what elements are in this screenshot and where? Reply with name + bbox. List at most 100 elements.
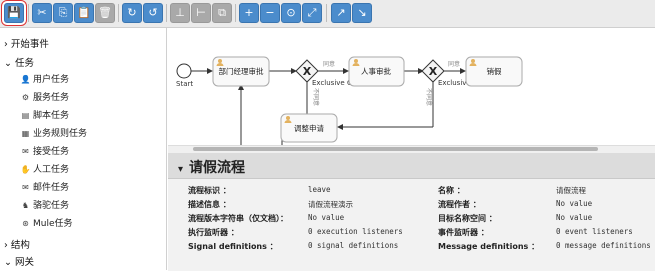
start-label: Start: [176, 80, 193, 88]
property-label: 流程版本字符串（仅文档）：: [188, 214, 288, 223]
properties-body: 流程标识 ： leave 名称 ： 请假流程 描述信息 ： 请假流程演示 流程作…: [168, 178, 655, 271]
gear-icon: ⚙: [21, 93, 30, 102]
group-label: 开始事件: [10, 39, 49, 50]
undo-button[interactable]: ↺: [143, 3, 163, 23]
zoom-actual-button[interactable]: ⊙: [281, 3, 301, 23]
task-label: 人事审批: [361, 66, 391, 76]
delete-button[interactable]: 🗑: [95, 3, 115, 23]
property-value[interactable]: No value: [556, 213, 592, 222]
mail-icon: ✉: [22, 183, 29, 192]
task-label: 部门经理审批: [219, 66, 264, 76]
process-diagram: Start 同意 同意 不同意 不同意 部门经理审批 X Exclusive G…: [176, 56, 523, 152]
toolbar-divider: [118, 4, 119, 22]
zoom-in-icon: +: [244, 6, 254, 19]
group-tasks[interactable]: ⌄ 任务: [4, 55, 34, 69]
process-title: 请假流程: [189, 160, 246, 176]
property-label: 目标名称空间 ：: [438, 214, 497, 223]
x-icon: X: [429, 65, 438, 78]
group-label: 结构: [10, 240, 30, 251]
property-label: Signal definitions ：: [188, 242, 278, 251]
property-label: 流程标识 ：: [188, 186, 231, 195]
toolbar-divider: [28, 4, 29, 22]
zoom-out-icon: −: [265, 6, 275, 19]
palette-item-label: 用户任务: [33, 75, 70, 85]
palette-item-label: 人工任务: [33, 165, 70, 175]
palette-mule-task[interactable]: ⊛ Mule任务: [20, 216, 72, 229]
group-gateways[interactable]: ⌄ 网关: [4, 254, 34, 268]
task-label: 销假: [487, 66, 502, 76]
property-value[interactable]: 0 signal definitions: [308, 241, 398, 250]
user-icon: [286, 116, 290, 120]
toolbar-divider: [166, 4, 167, 22]
zoom-fit-button[interactable]: ⤢: [302, 3, 322, 23]
property-value[interactable]: No value: [308, 213, 344, 222]
palette-receive-task[interactable]: ✉ 接受任务: [20, 144, 69, 157]
palette-user-task[interactable]: 👤 用户任务: [20, 72, 70, 85]
property-label: 名称 ：: [438, 186, 465, 195]
group-label: 任务: [15, 58, 35, 69]
palette-business-rule-task[interactable]: ▦ 业务规则任务: [20, 126, 87, 139]
cut-button[interactable]: ✂: [32, 3, 52, 23]
palette-camel-task[interactable]: ♞ 骆驼任务: [20, 198, 69, 211]
palette-item-label: 骆驼任务: [33, 201, 70, 211]
envelope-icon: ✉: [22, 147, 29, 156]
cut-icon: ✂: [37, 6, 47, 19]
task-leave-cancel[interactable]: 销假: [465, 56, 523, 87]
palette-manual-task[interactable]: ✋ 人工任务: [20, 162, 70, 175]
task-adjust-request[interactable]: 调整申请: [280, 113, 338, 143]
align-vertical-button[interactable]: ⊢: [191, 3, 211, 23]
property-value[interactable]: 0 message definitions: [556, 241, 651, 250]
horizontal-scrollbar[interactable]: [168, 145, 655, 153]
add-bendpoint-icon: ↗: [336, 6, 346, 19]
palette-item-label: 邮件任务: [33, 183, 70, 193]
properties-header[interactable]: ▾ 请假流程: [178, 157, 245, 177]
shape-palette: › 开始事件 ⌄ 任务 👤 用户任务 ⚙ 服务任务 ▤ 脚本任务 ▦ 业务规则任务 ✉ 接…: [0, 28, 167, 270]
property-value[interactable]: 请假流程: [556, 185, 586, 196]
toolbar-divider: [326, 4, 327, 22]
add-bendpoint-button[interactable]: ↗: [331, 3, 351, 23]
redo-icon: ↻: [127, 6, 137, 19]
zoom-out-button[interactable]: −: [260, 3, 280, 23]
zoom-in-button[interactable]: +: [239, 3, 259, 23]
copy-button[interactable]: ⎘: [53, 3, 73, 23]
task-dept-manager-approval[interactable]: 部门经理审批: [212, 56, 270, 87]
user-icon: [471, 59, 475, 63]
hand-icon: ✋: [20, 165, 31, 174]
palette-service-task[interactable]: ⚙ 服务任务: [20, 90, 69, 103]
chevron-right-icon: ›: [4, 240, 8, 251]
property-value[interactable]: No value: [556, 199, 592, 208]
save-button[interactable]: 💾: [4, 3, 24, 23]
diagram-canvas[interactable]: Start 同意 同意 不同意 不同意 部门经理审批 X Exclusive G…: [168, 28, 655, 152]
property-value[interactable]: 请假流程演示: [308, 199, 353, 210]
property-value[interactable]: leave: [308, 185, 331, 194]
user-icon: 👤: [20, 75, 31, 84]
zoom-actual-icon: ⊙: [286, 6, 296, 19]
palette-item-label: 脚本任务: [33, 111, 70, 121]
align-horizontal-button[interactable]: ⊥: [170, 3, 190, 23]
property-label: Message definitions ：: [438, 242, 540, 251]
same-size-button[interactable]: ⧉: [212, 3, 232, 23]
align-horizontal-icon: ⊥: [175, 6, 185, 19]
palette-item-label: 服务任务: [33, 93, 70, 103]
remove-bendpoint-button[interactable]: ↘: [352, 3, 372, 23]
redo-button[interactable]: ↻: [122, 3, 142, 23]
palette-script-task[interactable]: ▤ 脚本任务: [20, 108, 69, 121]
properties-panel: ▾ 请假流程 流程标识 ： leave 名称 ： 请假流程 描述信息 ： 请假流程…: [168, 153, 655, 271]
property-value[interactable]: 0 execution listeners: [308, 227, 403, 236]
x-icon: X: [303, 65, 312, 78]
group-structure[interactable]: › 结构: [4, 237, 30, 251]
paste-button[interactable]: 📋: [74, 3, 94, 23]
flow-label: 不同意: [425, 88, 433, 106]
user-icon: [354, 59, 358, 63]
palette-mail-task[interactable]: ✉ 邮件任务: [20, 180, 69, 193]
mule-icon: ⊛: [22, 219, 29, 228]
start-event[interactable]: [176, 63, 192, 79]
remove-bendpoint-icon: ↘: [357, 6, 367, 19]
property-label: 执行监听器 ：: [188, 228, 239, 237]
property-value[interactable]: 0 event listeners: [556, 227, 633, 236]
scrollbar-thumb[interactable]: [193, 147, 598, 151]
group-start-events[interactable]: › 开始事件: [4, 36, 49, 50]
chevron-down-icon: ⌄: [4, 257, 12, 268]
task-hr-approval[interactable]: 人事审批: [348, 56, 405, 87]
save-icon: 💾: [7, 6, 21, 19]
